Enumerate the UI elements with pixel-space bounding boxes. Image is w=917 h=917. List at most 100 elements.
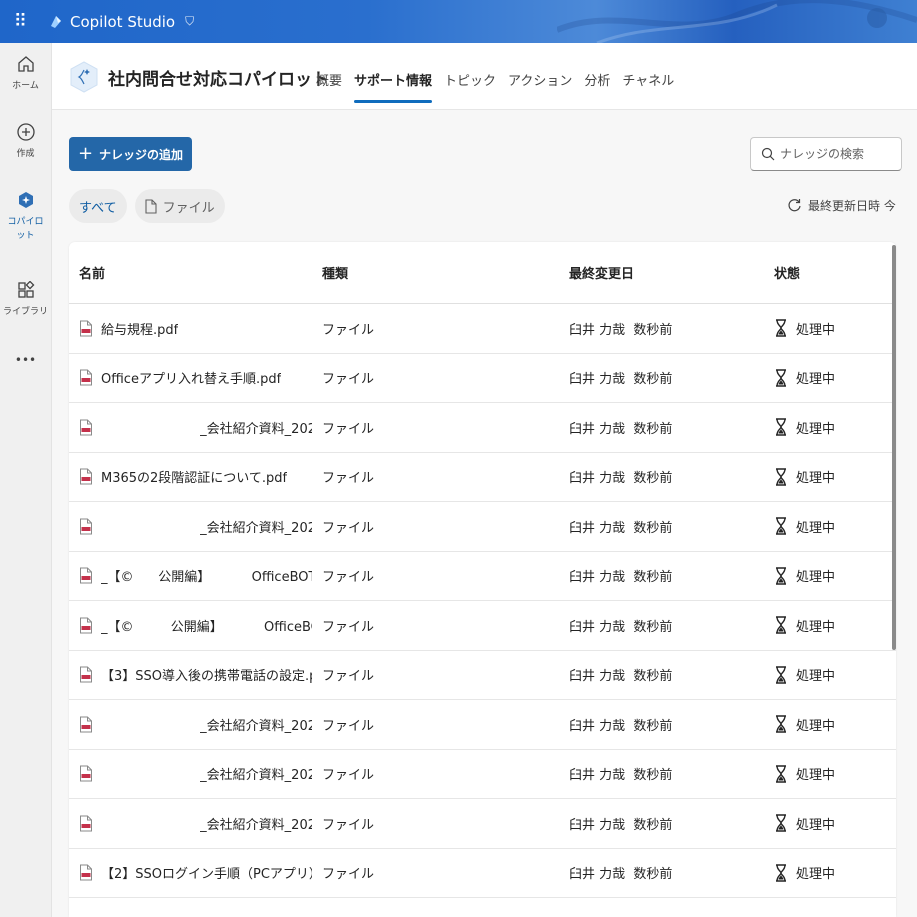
table-row[interactable]: _【© 公開編】 OfficeBOT GI ファイル 臼井 力哉 数秒前 処理中: [69, 601, 896, 651]
cell-type: ファイル: [322, 570, 375, 586]
status-label: 処理中: [796, 322, 836, 338]
header-status[interactable]: 状態: [764, 263, 894, 282]
hourglass-icon: [776, 567, 786, 585]
cell-name[interactable]: _【© 公開編】 OfficeBOT GPT: [69, 566, 312, 585]
file-name: _会社紹介資料_20240313_: [200, 421, 312, 437]
cell-status: 処理中: [764, 764, 894, 783]
cell-name[interactable]: _会社紹介資料_20240313_: [69, 517, 312, 536]
table-row[interactable]: _会社紹介資料_20240313_ ファイル 臼井 力哉 数秒前 処理中: [69, 799, 896, 849]
knowledge-table: 名前 種類 最終変更日 状態 給与規程.pdf ファイル 臼井 力哉 数秒前 処理中 O…: [69, 242, 896, 917]
cell-type: ファイル: [322, 669, 375, 685]
cell-modified: 臼井 力哉 数秒前: [569, 669, 673, 685]
table-row[interactable]: M365の2段階認証について.pdf ファイル 臼井 力哉 数秒前 処理中: [69, 453, 896, 502]
status-label: 処理中: [796, 520, 836, 536]
pdf-file-icon: [80, 518, 92, 535]
agent-title: 社内問合せ対応コパイロット: [108, 70, 329, 90]
rail-create[interactable]: 作成: [0, 111, 51, 179]
cell-type: ファイル: [322, 322, 375, 338]
header-modified[interactable]: 最終変更日: [559, 263, 764, 282]
cell-name[interactable]: _会社紹介資料_20240313_: [69, 418, 312, 437]
table-scrollbar[interactable]: [892, 245, 896, 650]
rail-more[interactable]: •••: [0, 339, 51, 379]
header-type[interactable]: 種類: [312, 263, 559, 282]
file-name: _会社紹介資料_20240313_: [200, 718, 312, 734]
hourglass-icon: [776, 666, 786, 684]
last-updated[interactable]: 最終更新日時 今: [787, 197, 896, 214]
cell-type: ファイル: [322, 718, 375, 734]
add-knowledge-label: ナレッジの追加: [99, 147, 184, 162]
filter-all[interactable]: すべて: [69, 189, 127, 223]
status-label: 処理中: [796, 421, 836, 437]
cell-name[interactable]: Officeアプリ入れ替え手順.pdf: [69, 368, 312, 387]
pdf-file-icon: [80, 864, 92, 881]
pdf-file-icon: [80, 815, 92, 832]
cell-name[interactable]: 【3】SSO導入後の携帯電話の設定.pdf: [69, 665, 312, 684]
tab-knowledge[interactable]: サポート情報: [354, 70, 433, 103]
tab-actions[interactable]: アクション: [508, 70, 572, 103]
add-knowledge-button[interactable]: + ナレッジの追加: [69, 137, 192, 171]
filter-pills: すべて ファイル: [69, 189, 225, 223]
pdf-file-icon: [80, 567, 92, 584]
hourglass-icon: [776, 864, 786, 882]
cell-name[interactable]: _会社紹介資料_20240313_: [69, 715, 312, 734]
cell-name[interactable]: 【2】SSOログイン手順（PCアプリ）.pdf: [69, 863, 312, 882]
table-row[interactable]: _会社紹介資料_20240313_ ファイル 臼井 力哉 数秒前 処理中: [69, 403, 896, 453]
hourglass-icon: [776, 715, 786, 733]
hourglass-icon: [776, 814, 786, 832]
cell-modified: 臼井 力哉 数秒前: [569, 619, 673, 635]
app-launcher-icon[interactable]: ⠿: [0, 0, 40, 43]
file-name: _会社紹介資料_20240313_: [200, 520, 312, 536]
tab-analytics[interactable]: 分析: [584, 70, 610, 103]
table-row[interactable]: _【© 公開編】 OfficeBOT GPT ファイル 臼井 力哉 数秒前 処理中: [69, 552, 896, 601]
cell-name[interactable]: 給与規程.pdf: [69, 319, 312, 338]
table-row[interactable]: 【3】SSO導入後の携帯電話の設定.pdf ファイル 臼井 力哉 数秒前 処理中: [69, 651, 896, 700]
knowledge-search[interactable]: [750, 137, 902, 171]
rail-copilot[interactable]: コパイロット: [0, 179, 51, 269]
cell-type: ファイル: [322, 867, 375, 883]
agent-header: 社内問合せ対応コパイロット 概要 サポート情報 トピック アクション 分析 チャ…: [52, 43, 917, 110]
cell-type: ファイル: [322, 817, 375, 833]
cell-modified: 臼井 力哉 数秒前: [569, 718, 673, 734]
status-label: 処理中: [796, 372, 836, 388]
table-row[interactable]: Officeアプリ入れ替え手順.pdf ファイル 臼井 力哉 数秒前 処理中: [69, 354, 896, 403]
table-row[interactable]: _会社紹介資料_20240313_ ファイル 臼井 力哉 数秒前 処理中: [69, 750, 896, 799]
status-label: 処理中: [796, 669, 836, 685]
rail-library-label: ライブラリ: [2, 307, 48, 317]
cell-modified: 臼井 力哉 数秒前: [569, 421, 673, 437]
cell-type: ファイル: [322, 619, 375, 635]
cell-name[interactable]: M365の2段階認証について.pdf: [69, 467, 312, 486]
cell-name[interactable]: _【© 公開編】 OfficeBOT GI: [69, 616, 312, 635]
cell-status: 処理中: [764, 665, 894, 684]
table-row[interactable]: 【2】SSOログイン手順（PCアプリ）.pdf ファイル 臼井 力哉 数秒前 処理中: [69, 849, 896, 898]
header-name[interactable]: 名前: [69, 263, 312, 282]
tab-topics[interactable]: トピック: [444, 70, 496, 103]
tab-overview[interactable]: 概要: [316, 70, 342, 103]
main-area: 社内問合せ対応コパイロット 概要 サポート情報 トピック アクション 分析 チャ…: [52, 43, 917, 917]
library-icon: [15, 279, 37, 301]
file-name: _会社紹介資料_20240313_: [200, 768, 312, 784]
cell-name[interactable]: _会社紹介資料_20240313_: [69, 764, 312, 783]
pdf-file-icon: [80, 369, 92, 386]
tab-channels[interactable]: チャネル: [622, 70, 674, 103]
cell-modified: 臼井 力哉 数秒前: [569, 867, 673, 883]
status-label: 処理中: [796, 718, 836, 734]
cell-name[interactable]: _会社紹介資料_20240313_: [69, 814, 312, 833]
table-row[interactable]: _会社紹介資料_20240313_ ファイル 臼井 力哉 数秒前 処理中: [69, 700, 896, 750]
rail-create-label: 作成: [16, 149, 35, 159]
table-row[interactable]: _会社紹介資料_20240313_ ファイル 臼井 力哉 数秒前 処理中: [69, 502, 896, 552]
table-row[interactable]: 給与規程.pdf ファイル 臼井 力哉 数秒前 処理中: [69, 304, 896, 354]
filter-file[interactable]: ファイル: [134, 189, 225, 223]
file-name: Officeアプリ入れ替え手順.pdf: [101, 372, 282, 388]
filter-file-label: ファイル: [162, 200, 215, 216]
status-label: 処理中: [796, 817, 836, 833]
header-decoration: [557, 0, 917, 43]
pdf-file-icon: [80, 716, 92, 733]
search-input[interactable]: [780, 147, 890, 161]
pdf-file-icon: [80, 320, 92, 337]
rail-home[interactable]: ホーム: [0, 43, 51, 111]
hourglass-icon: [776, 468, 786, 486]
rail-library[interactable]: ライブラリ: [0, 269, 51, 339]
cell-type: ファイル: [322, 372, 375, 388]
plus-icon: +: [77, 142, 94, 164]
brand[interactable]: Copilot Studio ⛉: [48, 13, 194, 31]
